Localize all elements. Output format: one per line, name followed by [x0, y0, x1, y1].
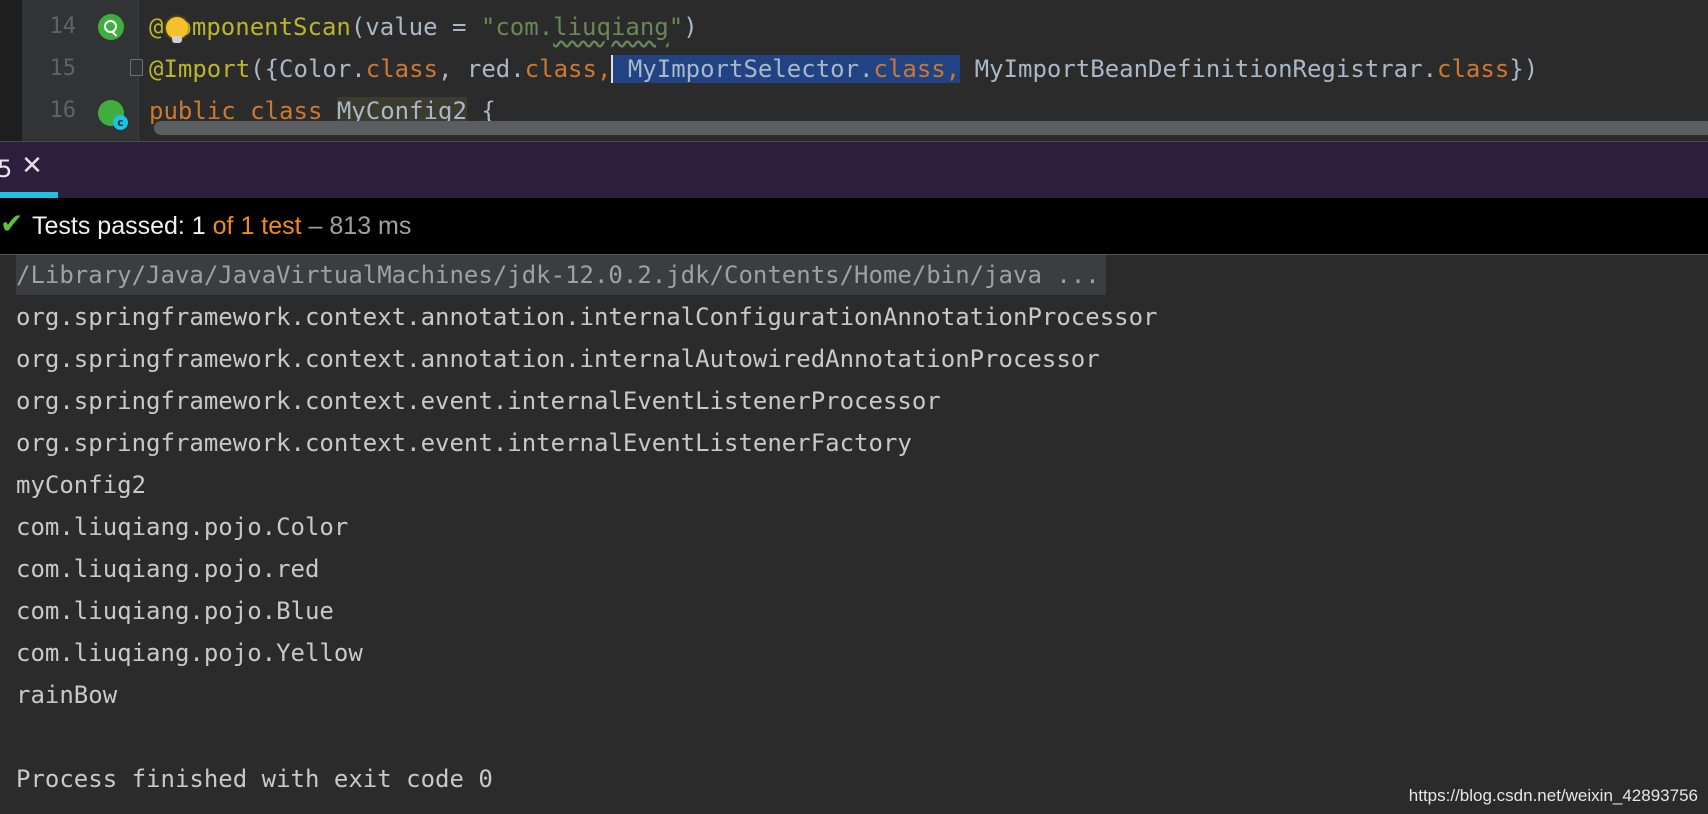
selected-text: MyImportSelector.	[613, 55, 874, 83]
console-output[interactable]: /Library/Java/JavaVirtualMachines/jdk-12…	[0, 255, 1708, 814]
keyword-class: class	[365, 55, 438, 83]
console-line: com.liuqiang.pojo.Blue	[16, 597, 334, 625]
spring-bean-search-icon[interactable]	[98, 14, 124, 40]
console-line: com.liuqiang.pojo.Color	[16, 513, 349, 541]
code-text: (value =	[350, 13, 481, 41]
code-text: , red.	[438, 55, 525, 83]
close-tab-icon[interactable]: ✕	[17, 151, 47, 181]
line-number-14: 14	[49, 14, 77, 39]
code-text: ({Color.	[250, 55, 366, 83]
editor-gutter: 14 15 16 c	[22, 0, 139, 141]
keyword-class: class	[524, 55, 597, 83]
selected-keyword: class,	[873, 55, 961, 83]
console-line: myConfig2	[16, 471, 147, 499]
test-status-text: Tests passed: 1 of 1 test – 813 ms	[32, 212, 411, 241]
annotation-import: @Import	[149, 55, 251, 83]
fold-marker-icon[interactable]	[130, 59, 143, 76]
annotation-at: @	[149, 13, 164, 41]
process-finished-line: Process finished with exit code 0	[16, 765, 493, 793]
code-text: MyImportBeanDefinitionRegistrar.	[960, 55, 1438, 83]
code-comma: ,	[596, 55, 612, 83]
code-text: )	[683, 13, 698, 41]
console-line: com.liuqiang.pojo.Yellow	[16, 639, 363, 667]
console-line: rainBow	[16, 681, 118, 709]
horizontal-scrollbar[interactable]	[154, 121, 1708, 135]
annotation-name: omponentScan	[177, 13, 351, 41]
test-count-label: of 1 test	[212, 212, 302, 240]
console-line: org.springframework.context.annotation.i…	[16, 345, 1100, 373]
code-text: })	[1509, 55, 1539, 83]
code-editor[interactable]: 14 15 16 c @ omponentScan(value = "com.li…	[0, 0, 1708, 141]
checkmark-icon: ✔	[0, 207, 24, 240]
test-duration-label: – 813 ms	[301, 212, 412, 240]
editor-left-strip	[0, 0, 22, 141]
typo-squiggle-text: liuqiang	[553, 13, 669, 41]
line-number-16: 16	[49, 98, 77, 123]
spring-config-class-icon[interactable]: c	[98, 100, 128, 130]
string-literal-close: "	[668, 13, 684, 41]
console-line: org.springframework.context.annotation.i…	[16, 303, 1158, 331]
lightbulb-intention-icon[interactable]	[166, 17, 188, 43]
console-line: org.springframework.context.event.intern…	[16, 387, 941, 415]
code-line-15[interactable]: @Import({Color.class, red.class, MyImpor…	[149, 48, 1538, 90]
run-tab-label[interactable]: 5	[0, 155, 12, 183]
keyword-class: class	[1437, 55, 1510, 83]
tests-passed-label: Tests passed: 1	[32, 212, 213, 240]
test-status-bar: ✔ Tests passed: 1 of 1 test – 813 ms	[0, 198, 1708, 255]
watermark-text: https://blog.csdn.net/weixin_42893756	[1408, 786, 1698, 805]
line-number-15: 15	[49, 56, 77, 81]
run-tab-bar: 5 ✕	[0, 141, 1708, 199]
string-literal-open: "com.	[480, 13, 554, 41]
console-line: com.liuqiang.pojo.red	[16, 555, 320, 583]
console-line: org.springframework.context.event.intern…	[16, 429, 912, 457]
code-line-14[interactable]: @ omponentScan(value = "com.liuqiang")	[149, 6, 698, 48]
java-command-line[interactable]: /Library/Java/JavaVirtualMachines/jdk-12…	[16, 255, 1106, 295]
